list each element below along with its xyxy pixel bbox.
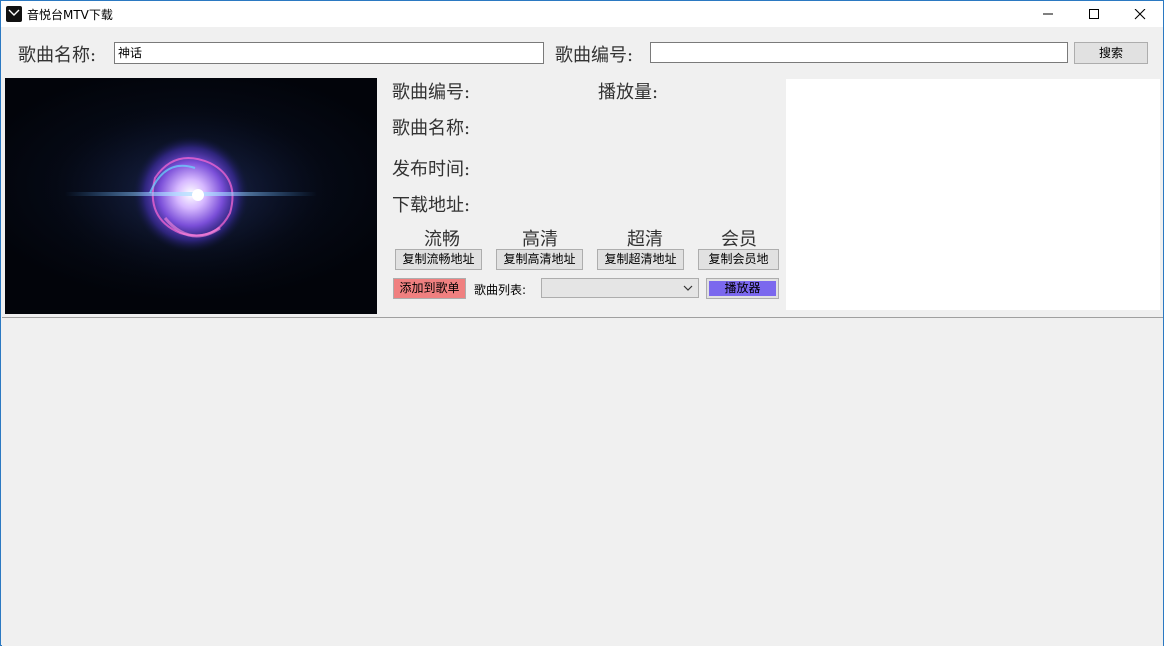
song-name-label: 歌曲名称: xyxy=(392,118,471,139)
song-id-input[interactable] xyxy=(650,42,1068,63)
results-panel xyxy=(2,317,1163,646)
close-button[interactable] xyxy=(1117,1,1163,27)
app-window: 音悦台MTV下载 歌曲名称: 神话 歌曲编号: 搜索 歌曲编号: 播放量: 歌曲… xyxy=(0,0,1164,646)
song-name-search-label: 歌曲名称: xyxy=(18,45,97,66)
quality-vip-label: 会员 xyxy=(721,229,757,250)
song-id-search-label: 歌曲编号: xyxy=(555,45,634,66)
energy-orb-graphic xyxy=(41,99,341,289)
window-title: 音悦台MTV下载 xyxy=(27,8,113,22)
app-logo-icon xyxy=(6,6,22,22)
copy-vip-url-button[interactable]: 复制会员地 xyxy=(698,249,779,270)
close-icon xyxy=(1134,9,1146,20)
quality-uhd-label: 超清 xyxy=(627,229,663,250)
quality-smooth-label: 流畅 xyxy=(424,229,460,250)
download-url-label: 下载地址: xyxy=(392,195,471,216)
player-button-label: 播放器 xyxy=(709,281,776,296)
mv-cover-image xyxy=(5,78,377,314)
song-id-label: 歌曲编号: xyxy=(392,82,471,103)
minimize-icon xyxy=(1043,13,1053,15)
minimize-button[interactable] xyxy=(1025,1,1071,27)
quality-hd-label: 高清 xyxy=(522,229,558,250)
song-name-input[interactable]: 神话 xyxy=(114,42,544,64)
song-list-dropdown[interactable] xyxy=(541,278,699,298)
copy-hd-url-button[interactable]: 复制高清地址 xyxy=(496,249,583,270)
search-button[interactable]: 搜索 xyxy=(1074,42,1148,64)
song-list-label: 歌曲列表: xyxy=(474,283,527,297)
copy-smooth-url-button[interactable]: 复制流畅地址 xyxy=(395,249,482,270)
maximize-button[interactable] xyxy=(1071,1,1117,27)
release-time-label: 发布时间: xyxy=(392,159,471,180)
player-button[interactable]: 播放器 xyxy=(706,278,779,299)
title-bar: 音悦台MTV下载 xyxy=(1,1,1163,27)
add-to-playlist-button[interactable]: 添加到歌单 xyxy=(393,278,466,299)
maximize-icon xyxy=(1089,9,1099,19)
details-panel xyxy=(786,79,1160,310)
play-count-label: 播放量: xyxy=(598,82,659,103)
chevron-down-icon xyxy=(683,285,693,291)
copy-uhd-url-button[interactable]: 复制超清地址 xyxy=(597,249,684,270)
